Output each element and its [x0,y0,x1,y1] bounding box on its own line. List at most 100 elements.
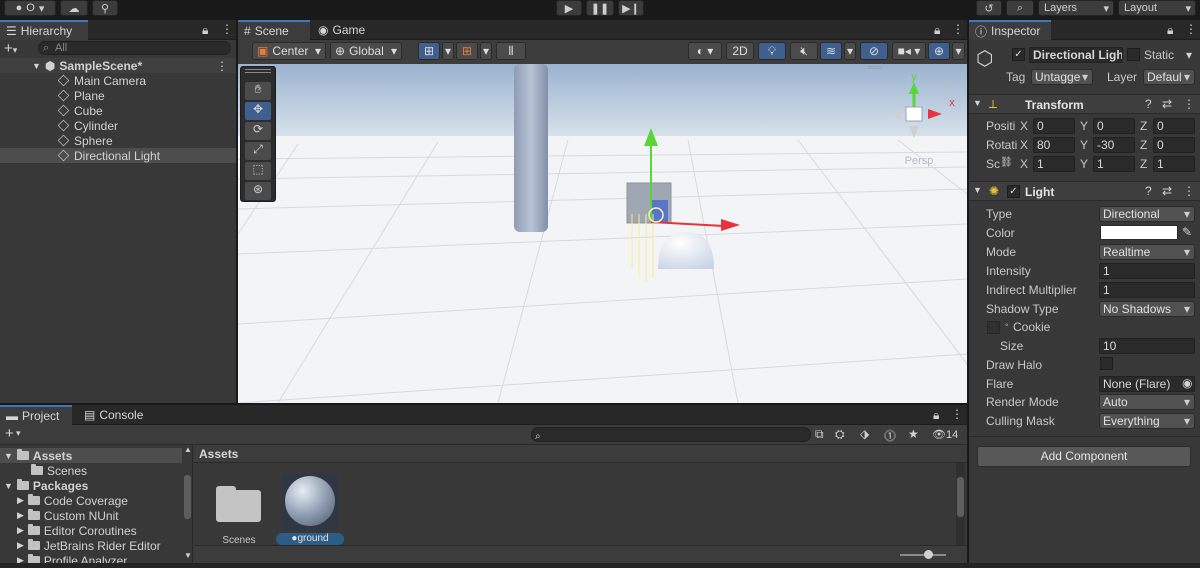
tab-scene[interactable]: # Scene [238,20,310,40]
scene-row[interactable]: ▼ ⬢ SampleScene* ⋮ [0,58,236,73]
more-icon[interactable]: ⋮ [1183,184,1195,198]
plus-icon[interactable]: + [5,425,14,442]
help-icon[interactable]: ? [1145,97,1152,111]
assets-scrollbar[interactable] [956,463,965,545]
rotation-x-input[interactable]: 80 [1033,137,1075,153]
gizmos-dropdown[interactable]: ▾ [952,42,965,60]
tree-item-packages[interactable]: ▼ Packages [0,478,88,493]
asset-item-scenes[interactable] [216,486,262,522]
search-button[interactable]: ⌕ [1006,0,1034,16]
gizmo-lock-icon[interactable]: 🔒︎ [942,78,948,91]
hierarchy-item[interactable]: Cube [0,103,236,118]
project-search-input[interactable]: ⌕ [531,427,811,442]
gizmos-toggle[interactable]: ⊕ [928,42,950,60]
axis-z-label[interactable]: Z [1140,157,1147,171]
size-input[interactable]: 10 [1099,338,1195,354]
effects-dropdown[interactable]: ▾ [844,42,856,60]
filter-type-icon[interactable]: ⛭ [835,427,845,442]
object-picker-icon[interactable]: ◉ [1182,376,1192,390]
lighting-toggle[interactable]: 💡︎ [758,42,786,60]
hierarchy-item[interactable]: Directional Light [0,148,236,163]
hierarchy-item[interactable]: Plane [0,88,236,103]
chevron-down-icon[interactable]: ▾ [16,428,21,439]
draw-mode-dropdown[interactable]: ◐ ▾ [688,42,722,60]
star-icon[interactable]: ★ [908,427,919,441]
tab-inspector[interactable]: ⓘ Inspector [969,20,1051,40]
layout-dropdown[interactable]: Layout ▾ [1118,0,1196,16]
light-enabled-checkbox[interactable]: ✓ [1007,185,1020,198]
eyedropper-icon[interactable]: ✎ [1182,225,1192,239]
constrain-proportions-icon[interactable]: ⛓ [1000,157,1013,168]
static-checkbox[interactable] [1127,48,1140,61]
flare-object-field[interactable]: None (Flare) [1099,376,1195,392]
more-icon[interactable]: ⋮ [1183,97,1195,111]
axis-z-label[interactable]: Z [1140,119,1147,133]
lock-icon[interactable]: 🔒︎ [934,23,940,38]
object-name-input[interactable]: Directional Ligh [1029,47,1123,63]
lock-icon[interactable]: 🔒︎ [202,23,208,38]
tab-console[interactable]: ▤ Console [78,405,152,425]
axis-x-label[interactable]: X [1020,138,1028,152]
intensity-input[interactable]: 1 [1099,263,1195,279]
step-button[interactable]: ▶❙ [618,0,644,16]
grid-visibility-button[interactable]: ⦀ [496,42,526,60]
2d-toggle[interactable]: 2D [726,42,754,60]
tree-item-scenes[interactable]: Scenes [0,463,87,478]
axis-z-label[interactable]: Z [1140,138,1147,152]
persp-label[interactable]: Persp [905,155,934,167]
snap-grid-button[interactable]: ⊞ [418,42,440,60]
hidden-count-badge[interactable]: 👁︎14 [932,428,958,441]
hand-tool-button[interactable]: ✋︎ [245,82,271,100]
hierarchy-item[interactable]: Main Camera [0,73,236,88]
scale-x-input[interactable]: 1 [1033,156,1075,172]
axis-x-label[interactable]: X [1020,157,1028,171]
cloud-button[interactable]: ☁ [60,0,88,16]
scene-viewport[interactable]: y x Persp 🔒︎ ✋︎ ✥ ⟳ ⤢ ⬚ ⊛ [238,64,967,403]
active-checkbox[interactable]: ✓ [1012,48,1025,61]
account-button[interactable]: ● O ▾ [4,0,56,16]
add-button[interactable]: +▾ [4,40,32,57]
light-header[interactable]: ▼ ✺ ✓ Light ? ⇄ ⋮ [969,181,1200,201]
history-button[interactable]: ↺ [976,0,1002,16]
axis-y-label[interactable]: Y [1080,138,1088,152]
hidden-objects-toggle[interactable]: ⊘ [860,42,888,60]
tree-item-package[interactable]: ▶ JetBrains Rider Editor [0,538,161,553]
camera-dropdown[interactable]: ■◂ ▾ [892,42,926,60]
tab-project[interactable]: ▬ Project [0,405,72,425]
layers-dropdown[interactable]: Layers ▾ [1038,0,1114,16]
more-icon[interactable]: ⋮ [221,22,233,36]
tree-item-package[interactable]: ▶ Editor Coroutines [0,523,137,538]
lock-icon[interactable]: 🔒︎ [933,408,939,423]
hierarchy-item[interactable]: Sphere [0,133,236,148]
hierarchy-item[interactable]: Cylinder [0,118,236,133]
position-y-input[interactable]: 0 [1093,118,1135,134]
audio-toggle[interactable]: 🔇︎ [790,42,818,60]
snap-grid-dropdown[interactable]: ▾ [442,42,454,60]
increment-snap-button[interactable]: ⊞ [456,42,478,60]
assets-scrollbar-thumb[interactable] [957,477,964,517]
chevron-down-icon[interactable]: ▾ [1186,48,1192,62]
cookie-checkbox[interactable] [987,321,1000,334]
scroll-down-icon[interactable]: ▼ [184,551,192,560]
effects-toggle[interactable]: ≋ [820,42,842,60]
indirect-multiplier-input[interactable]: 1 [1099,282,1195,298]
preset-icon[interactable]: ⇄ [1162,184,1172,198]
position-z-input[interactable]: 0 [1153,118,1195,134]
gizmo-menu-icon[interactable] [868,66,882,69]
mode-dropdown[interactable]: Realtime [1099,244,1195,260]
scale-tool-button[interactable]: ⤢ [245,142,271,160]
scale-y-input[interactable]: 1 [1093,156,1135,172]
position-x-input[interactable]: 0 [1033,118,1075,134]
collab-button[interactable]: ⚲ [92,0,118,16]
rotation-y-input[interactable]: -30 [1093,137,1135,153]
axis-y-label[interactable]: Y [1080,119,1088,133]
error-filter-icon[interactable]: ⓵ [884,427,896,444]
lock-icon[interactable]: 🔒︎ [1167,23,1173,38]
rect-tool-button[interactable]: ⬚ [245,162,271,180]
axis-x-label[interactable]: X [1020,119,1028,133]
axis-y-label[interactable]: Y [1080,157,1088,171]
icon-size-slider-thumb[interactable] [924,550,933,559]
tree-item-assets[interactable]: ▼ Assets [0,448,182,463]
move-tool-button[interactable]: ✥ [245,102,271,120]
scroll-up-icon[interactable]: ▲ [184,445,192,454]
